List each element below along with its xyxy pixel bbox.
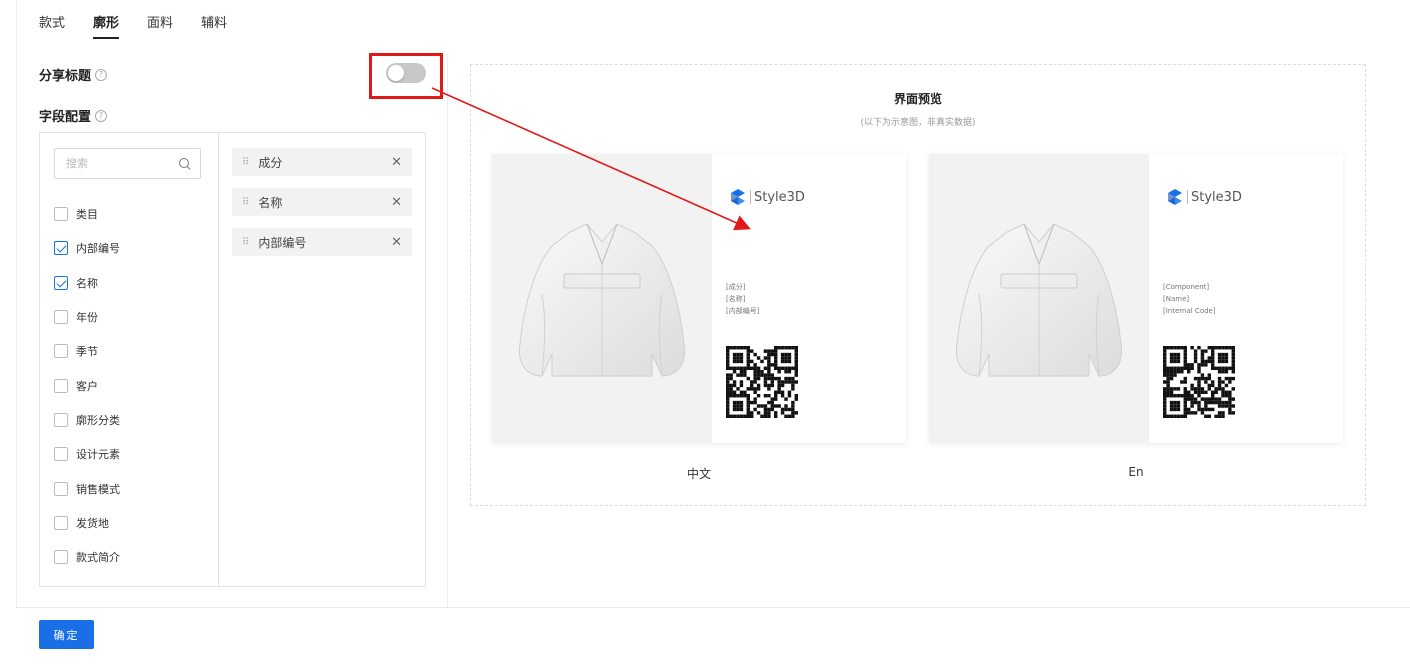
card-field-placeholder: [内部编号] [726, 307, 760, 315]
search-input[interactable] [66, 157, 166, 170]
confirm-button[interactable]: 确定 [39, 620, 94, 649]
search-icon[interactable] [179, 157, 191, 170]
garment-image-area [492, 154, 712, 443]
tab-bar: 款式 廓形 面料 辅料 [39, 12, 255, 39]
qr-code-image [1163, 346, 1235, 418]
field-checkbox-item[interactable]: 款式简介 [54, 540, 120, 574]
field-checkbox-item[interactable]: 名称 [54, 266, 120, 300]
checkbox-unchecked[interactable] [54, 481, 68, 496]
share-title-row: 分享标题 ? [39, 65, 108, 84]
brand-name: Style3D [1191, 189, 1242, 205]
tab-silhouette[interactable]: 廓形 [93, 12, 120, 39]
card-field-placeholder: [名称] [726, 295, 746, 303]
field-checkbox-label: 设计元素 [76, 448, 120, 462]
close-icon[interactable]: ✕ [391, 235, 402, 250]
card-info: Style3D [Component] [Name] [Internal Code] [1149, 154, 1343, 443]
drag-handle-icon[interactable]: ⠿ [242, 237, 249, 248]
close-icon[interactable]: ✕ [391, 155, 402, 170]
card-field-placeholder: [Internal Code] [1163, 307, 1216, 315]
checkbox-unchecked[interactable] [54, 412, 68, 427]
preview-panel: 界面预览 (以下为示意图，非真实数据) Style3D [成分] [名称] [内部编号… [470, 64, 1366, 506]
share-title-toggle[interactable] [386, 63, 426, 83]
card-info: Style3D [成分] [名称] [内部编号] [712, 154, 906, 443]
field-checkbox-label: 季节 [76, 345, 98, 359]
checkbox-unchecked[interactable] [54, 344, 68, 359]
preview-card: Style3D [成分] [名称] [内部编号] [492, 154, 906, 443]
field-checkbox-label: 类目 [76, 208, 98, 222]
preview-subtitle: (以下为示意图，非真实数据) [860, 118, 976, 128]
question-circle-icon[interactable]: ? [95, 68, 108, 81]
field-config-row: 字段配置 ? [39, 106, 108, 125]
style3d-logo-icon [731, 189, 745, 205]
close-icon[interactable]: ✕ [391, 195, 402, 210]
selected-field-label: 名称 [258, 195, 283, 210]
selected-field-item[interactable]: ⠿ 成分 ✕ [232, 148, 412, 176]
field-checkbox-label: 年份 [76, 311, 98, 325]
checkbox-unchecked[interactable] [54, 207, 68, 222]
field-checkbox-label: 客户 [76, 379, 98, 393]
field-checkbox-item[interactable]: 季节 [54, 334, 120, 368]
field-checkbox-list: 类目内部编号名称年份季节客户廓形分类设计元素销售模式发货地款式简介 [54, 197, 120, 574]
preview-card-caption[interactable]: En [929, 465, 1343, 479]
preview-card-caption[interactable]: 中文 [492, 465, 906, 482]
checkbox-unchecked[interactable] [54, 550, 68, 565]
style3d-logo-icon [1168, 189, 1182, 205]
field-checkbox-label: 款式简介 [76, 551, 120, 565]
selected-field-list: ⠿ 成分 ✕ ⠿ 名称 ✕ ⠿ 内部编号 ✕ [232, 148, 412, 268]
field-checkbox-label: 名称 [76, 276, 98, 290]
card-fields: [成分] [名称] [内部编号] [726, 281, 759, 317]
selected-field-label: 内部编号 [258, 235, 307, 250]
field-checkbox-label: 销售模式 [76, 482, 120, 496]
field-checkbox-item[interactable]: 内部编号 [54, 231, 120, 265]
drag-handle-icon[interactable]: ⠿ [242, 197, 249, 208]
brand-logo: Style3D [730, 188, 805, 206]
selected-field-label: 成分 [258, 155, 283, 170]
question-circle-icon[interactable]: ? [95, 109, 108, 122]
garment-image [955, 223, 1123, 377]
tab-accessories[interactable]: 辅料 [201, 12, 227, 39]
field-checkbox-item[interactable]: 发货地 [54, 506, 120, 540]
tab-style[interactable]: 款式 [39, 12, 65, 39]
card-fields: [Component] [Name] [Internal Code] [1163, 281, 1216, 317]
card-field-placeholder: [Name] [1163, 295, 1190, 303]
qr-code-image [726, 346, 798, 418]
preview-title: 界面预览 [893, 92, 942, 106]
garment-image [518, 223, 686, 377]
brand-name: Style3D [754, 189, 805, 205]
field-config-panel: 类目内部编号名称年份季节客户廓形分类设计元素销售模式发货地款式简介 ⠿成分✕⠿名… [39, 132, 426, 587]
field-checkbox-item[interactable]: 销售模式 [54, 471, 120, 505]
card-field-placeholder: [成分] [726, 283, 746, 291]
preview-card: Style3D [Component] [Name] [Internal Code] [929, 154, 1343, 443]
field-checkbox-item[interactable]: 类目 [54, 197, 120, 231]
field-checkbox-label: 发货地 [76, 516, 109, 530]
field-panel-divider [218, 133, 219, 586]
checkbox-unchecked[interactable] [54, 447, 68, 462]
field-search-box [54, 148, 201, 179]
toggle-knob [388, 65, 404, 81]
checkbox-checked[interactable] [54, 275, 68, 290]
field-checkbox-item[interactable]: 年份 [54, 300, 120, 334]
card-field-placeholder: [Component] [1163, 283, 1210, 291]
field-checkbox-label: 廓形分类 [76, 413, 120, 427]
drag-handle-icon[interactable]: ⠿ [242, 157, 249, 168]
field-checkbox-item[interactable]: 客户 [54, 368, 120, 402]
field-checkbox-item[interactable]: 廓形分类 [54, 403, 120, 437]
field-config-label: 字段配置 [39, 110, 92, 125]
panel-divider [447, 54, 448, 608]
checkbox-unchecked[interactable] [54, 515, 68, 530]
field-checkbox-label: 内部编号 [76, 242, 120, 256]
selected-field-item[interactable]: ⠿ 名称 ✕ [232, 188, 412, 216]
footer-divider [16, 607, 1410, 608]
tab-fabric[interactable]: 面料 [147, 12, 173, 39]
checkbox-unchecked[interactable] [54, 378, 68, 393]
checkbox-unchecked[interactable] [54, 310, 68, 325]
checkbox-checked[interactable] [54, 241, 68, 256]
left-border [16, 0, 17, 608]
field-checkbox-item[interactable]: 设计元素 [54, 437, 120, 471]
selected-field-item[interactable]: ⠿ 内部编号 ✕ [232, 228, 412, 256]
garment-image-area [929, 154, 1149, 443]
brand-logo: Style3D [1167, 188, 1242, 206]
share-title-label: 分享标题 [39, 69, 92, 84]
